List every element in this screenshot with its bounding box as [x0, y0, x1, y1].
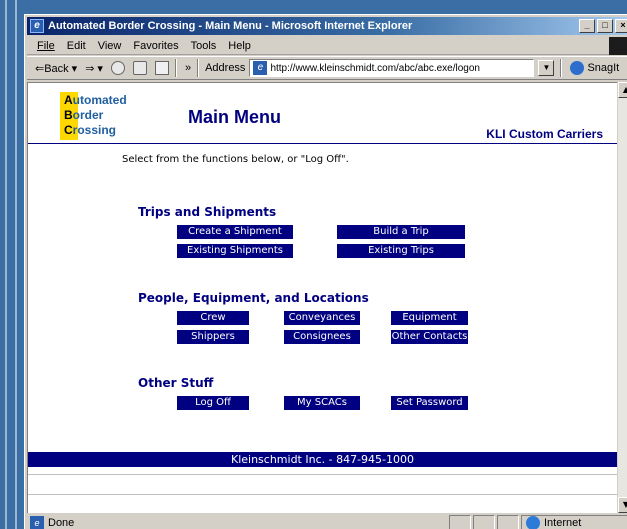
forward-dropdown-icon[interactable]: ▾ [97, 62, 103, 75]
back-button[interactable]: ⇐Back ▾ [35, 62, 77, 75]
footer-divider [28, 494, 617, 495]
existing-shipments-button[interactable]: Existing Shipments [177, 244, 293, 258]
menu-help[interactable]: Help [228, 40, 251, 52]
refresh-icon [132, 61, 147, 75]
toolbar: ⇐Back ▾ ⇒ ▾ » Address e http://www.klein… [27, 56, 627, 80]
back-label: ⇐Back [35, 62, 69, 75]
close-button[interactable]: × [615, 19, 627, 33]
log-off-button[interactable]: Log Off [177, 396, 249, 410]
build-trip-button[interactable]: Build a Trip [337, 225, 465, 239]
zone-label: Internet [544, 517, 582, 529]
desktop-line [15, 0, 17, 529]
status-cell [497, 515, 519, 529]
page-status-icon: e [30, 516, 44, 529]
window-title: Automated Border Crossing - Main Menu - … [48, 20, 413, 32]
consignees-button[interactable]: Consignees [284, 330, 360, 344]
snagit-icon [570, 61, 585, 75]
shippers-button[interactable]: Shippers [177, 330, 249, 344]
logo-line-automated: Automated [64, 93, 127, 107]
security-zone: Internet [521, 515, 627, 529]
equipment-button[interactable]: Equipment [391, 311, 468, 325]
menu-favorites[interactable]: Favorites [133, 40, 178, 52]
desktop-line [5, 0, 7, 529]
address-label: Address [205, 62, 246, 74]
abc-logo: Automated Border Crossing [60, 92, 132, 140]
logo-line-border: Border [64, 108, 104, 122]
address-dropdown-icon[interactable]: ▼ [538, 60, 555, 76]
title-bar[interactable]: e Automated Border Crossing - Main Menu … [27, 17, 627, 35]
home-icon [154, 61, 169, 75]
forward-button[interactable]: ⇒ ▾ [85, 62, 103, 75]
vertical-scrollbar[interactable]: ▲ ▼ [617, 82, 627, 513]
toolbar-separator [174, 59, 177, 77]
menu-bar: File Edit View Favorites Tools Help [27, 37, 627, 55]
menu-view[interactable]: View [98, 40, 122, 52]
window-controls: _ □ × [577, 19, 627, 33]
footer-contact: Kleinschmidt Inc. - 847-945-1000 [28, 452, 617, 467]
conveyances-button[interactable]: Conveyances [284, 311, 360, 325]
logo-line-crossing: Crossing [64, 123, 117, 137]
create-shipment-button[interactable]: Create a Shipment [177, 225, 293, 239]
scroll-up-icon[interactable]: ▲ [618, 82, 627, 98]
scroll-down-icon[interactable]: ▼ [618, 497, 627, 513]
menu-edit[interactable]: Edit [67, 40, 86, 52]
stop-button[interactable] [110, 61, 125, 75]
status-text: Done [48, 517, 75, 529]
header-divider [28, 143, 617, 144]
windows-logo-icon [609, 37, 627, 55]
desktop-background [0, 0, 24, 529]
crew-button[interactable]: Crew [177, 311, 249, 325]
stop-icon [110, 61, 125, 75]
page-title: Main Menu [188, 107, 281, 127]
company-name: KLI Custom Carriers [486, 127, 603, 141]
section-heading-people: People, Equipment, and Locations [138, 291, 369, 305]
toolbar-separator [560, 59, 563, 77]
maximize-button[interactable]: □ [597, 19, 613, 33]
address-field[interactable]: e http://www.kleinschmidt.com/abc/abc.ex… [249, 59, 535, 77]
menu-file[interactable]: File [37, 40, 55, 52]
snagit-label: SnagIt [587, 62, 620, 74]
set-password-button[interactable]: Set Password [391, 396, 468, 410]
toolbar-separator [197, 59, 200, 77]
minimize-button[interactable]: _ [579, 19, 595, 33]
status-cell [473, 515, 495, 529]
page-content: Automated Border Crossing Main Menu KLI … [27, 82, 617, 513]
browser-window: e Automated Border Crossing - Main Menu … [24, 14, 627, 529]
ie-icon: e [30, 19, 44, 33]
my-scacs-button[interactable]: My SCACs [284, 396, 360, 410]
section-heading-trips: Trips and Shipments [138, 205, 277, 219]
page-icon: e [253, 61, 268, 75]
refresh-button[interactable] [132, 61, 147, 75]
menu-tools[interactable]: Tools [191, 40, 217, 52]
status-bar: e Done Internet [27, 514, 627, 529]
existing-trips-button[interactable]: Existing Trips [337, 244, 465, 258]
other-contacts-button[interactable]: Other Contacts [391, 330, 468, 344]
home-button[interactable] [154, 61, 169, 75]
toolbar-more-button[interactable]: » [185, 62, 191, 74]
globe-icon [526, 516, 540, 529]
status-cell [449, 515, 471, 529]
forward-icon: ⇒ [85, 62, 95, 75]
intro-text: Select from the functions below, or "Log… [122, 154, 349, 165]
snagit-button[interactable]: SnagIt [570, 61, 619, 75]
footer-divider [28, 474, 617, 475]
section-heading-other: Other Stuff [138, 376, 214, 390]
address-value: http://www.kleinschmidt.com/abc/abc.exe/… [270, 62, 480, 74]
back-dropdown-icon[interactable]: ▾ [72, 62, 78, 75]
